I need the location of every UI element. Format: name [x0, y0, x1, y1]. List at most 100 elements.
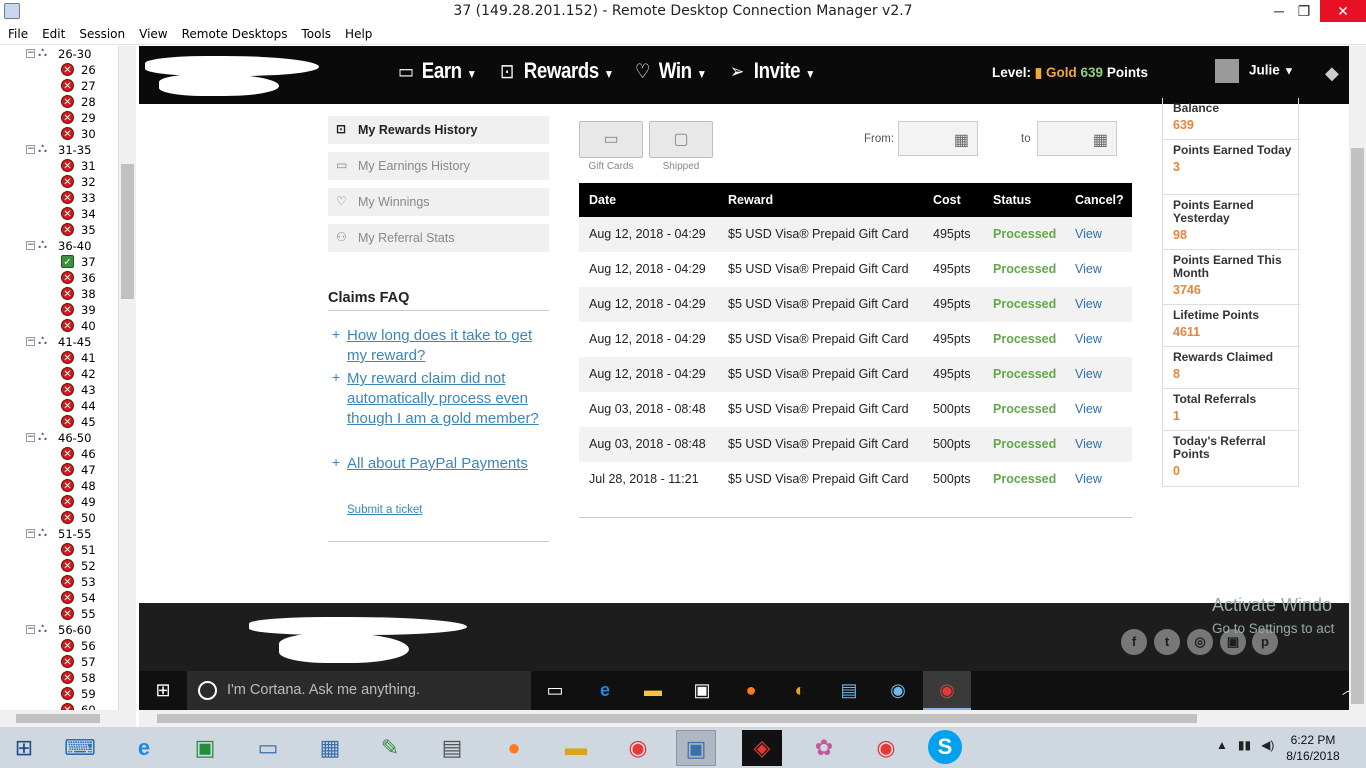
collapse-icon[interactable]: −: [26, 529, 35, 538]
shipped-filter-button[interactable]: ▢: [649, 121, 713, 158]
twitter-icon[interactable]: t: [1154, 629, 1180, 655]
collapse-icon[interactable]: −: [26, 433, 35, 442]
from-date-input[interactable]: ▦: [898, 121, 978, 156]
collapse-icon[interactable]: −: [26, 337, 35, 346]
sidebar-rewards-history[interactable]: ⊡ My Rewards History: [328, 116, 549, 144]
window-title: 37 (149.28.201.152) - Remote Desktop Con…: [453, 3, 913, 19]
calendar-icon[interactable]: ▦: [954, 130, 969, 150]
faq-link-paypal[interactable]: All about PayPal Payments: [347, 454, 552, 474]
nav-rewards[interactable]: ⊡ Rewards ▼: [500, 58, 614, 90]
paint-icon[interactable]: ✿: [804, 730, 844, 766]
disconnected-icon: ✕: [61, 63, 74, 76]
gift-cards-label: Gift Cards: [588, 161, 634, 172]
cost-cell: 500pts: [933, 472, 971, 486]
table-row: Aug 12, 2018 - 04:29 $5 USD Visa® Prepaid…: [579, 217, 1132, 252]
control-panel-icon[interactable]: ▦: [310, 730, 350, 766]
reward-cell: $5 USD Visa® Prepaid Gift Card: [728, 437, 909, 451]
view-link[interactable]: View: [1075, 392, 1102, 426]
chevron-up-icon[interactable]: ︿: [1324, 671, 1349, 710]
network-icon[interactable]: ◉: [874, 671, 922, 710]
file-explorer-icon[interactable]: ▬: [629, 671, 677, 710]
collapse-icon[interactable]: −: [26, 241, 35, 250]
ticket-icon[interactable]: ◆: [1325, 63, 1339, 84]
collapse-icon[interactable]: −: [26, 49, 35, 58]
disconnected-icon: ✕: [61, 303, 74, 316]
tree-horizontal-scrollbar[interactable]: [0, 710, 136, 727]
menu-session[interactable]: Session: [71, 24, 131, 41]
view-link[interactable]: View: [1075, 252, 1102, 286]
status-cell: Processed: [993, 227, 1057, 241]
system-tray[interactable]: ▲ ▮▮ ◀): [1216, 738, 1274, 752]
menu-file[interactable]: File: [0, 24, 34, 41]
gift-cards-filter-button[interactable]: ▭: [579, 121, 643, 158]
disconnected-icon: ✕: [61, 319, 74, 332]
plus-icon: +: [332, 326, 341, 342]
submit-ticket-link[interactable]: Submit a ticket: [347, 504, 422, 516]
view-link[interactable]: View: [1075, 427, 1102, 461]
store-icon[interactable]: ▣: [185, 730, 225, 766]
faq-link-reward-time[interactable]: How long does it take to get my reward?: [347, 326, 552, 366]
firefox-icon[interactable]: ●: [727, 671, 775, 710]
disconnected-icon: ✕: [61, 127, 74, 140]
file-explorer-icon[interactable]: ▬: [556, 730, 596, 766]
remote-desktop-icon[interactable]: ▤: [825, 671, 873, 710]
user-menu[interactable]: Julie ▼: [1215, 59, 1294, 83]
internet-explorer-icon[interactable]: e: [124, 730, 164, 766]
chrome-icon[interactable]: ◉: [866, 730, 906, 766]
cortana-icon: [198, 681, 217, 700]
view-link[interactable]: View: [1075, 217, 1102, 251]
view-link[interactable]: View: [1075, 287, 1102, 321]
paper-plane-icon: ➢: [730, 61, 744, 83]
keyboard-icon[interactable]: ⌨: [60, 730, 100, 766]
remote-session-view[interactable]: ▭ Earn ▼ ⊡ Rewards ▼ ♡ Win ▼ ➢ Invite ▼ Level: ▮…: [139, 46, 1349, 710]
server-group-icon: ⛬: [38, 525, 48, 540]
task-view-icon[interactable]: ▭: [531, 671, 579, 710]
windows-start-icon[interactable]: ⊞: [139, 671, 187, 710]
menu-view[interactable]: View: [131, 24, 173, 41]
game-launcher-icon[interactable]: ◈: [742, 730, 782, 766]
menu-edit[interactable]: Edit: [34, 24, 71, 41]
level-value: Gold: [1046, 65, 1077, 80]
sidebar-earnings-history[interactable]: ▭ My Earnings History: [328, 152, 549, 180]
cost-cell: 500pts: [933, 402, 971, 416]
chrome-icon[interactable]: ◉: [923, 671, 971, 710]
sidebar-referral-stats[interactable]: ⚇ My Referral Stats: [328, 224, 549, 252]
view-link[interactable]: View: [1075, 357, 1102, 391]
collapse-icon[interactable]: −: [26, 145, 35, 154]
tree-vertical-scrollbar[interactable]: [118, 46, 136, 710]
collapse-icon[interactable]: −: [26, 625, 35, 634]
sidebar-winnings[interactable]: ♡ My Winnings: [328, 188, 549, 216]
computer-icon[interactable]: ▭: [248, 730, 288, 766]
clock[interactable]: 6:22 PM 8/16/2018: [1282, 732, 1344, 764]
cortana-search-box[interactable]: I'm Cortana. Ask me anything.: [187, 671, 531, 710]
app-icon[interactable]: ◐: [776, 671, 824, 710]
faq-link-gold-member[interactable]: My reward claim did not automatically pr…: [347, 369, 552, 429]
close-button[interactable]: ✕: [1320, 0, 1366, 22]
menu-tools[interactable]: Tools: [293, 24, 337, 41]
firefox-icon[interactable]: ●: [494, 730, 534, 766]
rdcman-icon[interactable]: ▣: [676, 730, 716, 766]
edge-icon[interactable]: e: [581, 671, 629, 710]
server-tree: − ⛬ 26-30 ✕ 26 ✕ 27 ✕ 28 ✕ 29 ✕ 30− ⛬ 31-35 ✕ 31 ✕ 32 ✕ 33 ✕ 3…: [0, 46, 118, 710]
session-vertical-scrollbar[interactable]: [1349, 46, 1366, 710]
facebook-icon[interactable]: f: [1121, 629, 1147, 655]
menu-remote-desktops[interactable]: Remote Desktops: [174, 24, 294, 41]
notepad-icon[interactable]: ✎: [370, 730, 410, 766]
table-row: Jul 28, 2018 - 11:21 $5 USD Visa® Prepaid…: [579, 462, 1132, 497]
windows-start-icon[interactable]: ⊞: [4, 730, 44, 766]
view-link[interactable]: View: [1075, 322, 1102, 356]
menu-help[interactable]: Help: [337, 24, 378, 41]
view-link[interactable]: View: [1075, 462, 1102, 496]
calendar-icon[interactable]: ▦: [1093, 130, 1108, 150]
rewards-history-table: Date Reward Cost Status Cancel? Aug 12, …: [579, 183, 1132, 497]
globe-icon[interactable]: ◎: [1187, 629, 1213, 655]
to-date-input[interactable]: ▦: [1037, 121, 1117, 156]
nav-invite[interactable]: ➢ Invite ▼: [730, 58, 815, 90]
session-horizontal-scrollbar[interactable]: [139, 710, 1366, 727]
nav-win[interactable]: ♡ Win ▼: [635, 58, 707, 90]
calculator-icon[interactable]: ▤: [432, 730, 472, 766]
store-icon[interactable]: ▣: [678, 671, 726, 710]
nav-earn[interactable]: ▭ Earn ▼: [398, 58, 477, 90]
chrome-icon[interactable]: ◉: [618, 730, 658, 766]
skype-icon[interactable]: S: [928, 730, 962, 764]
